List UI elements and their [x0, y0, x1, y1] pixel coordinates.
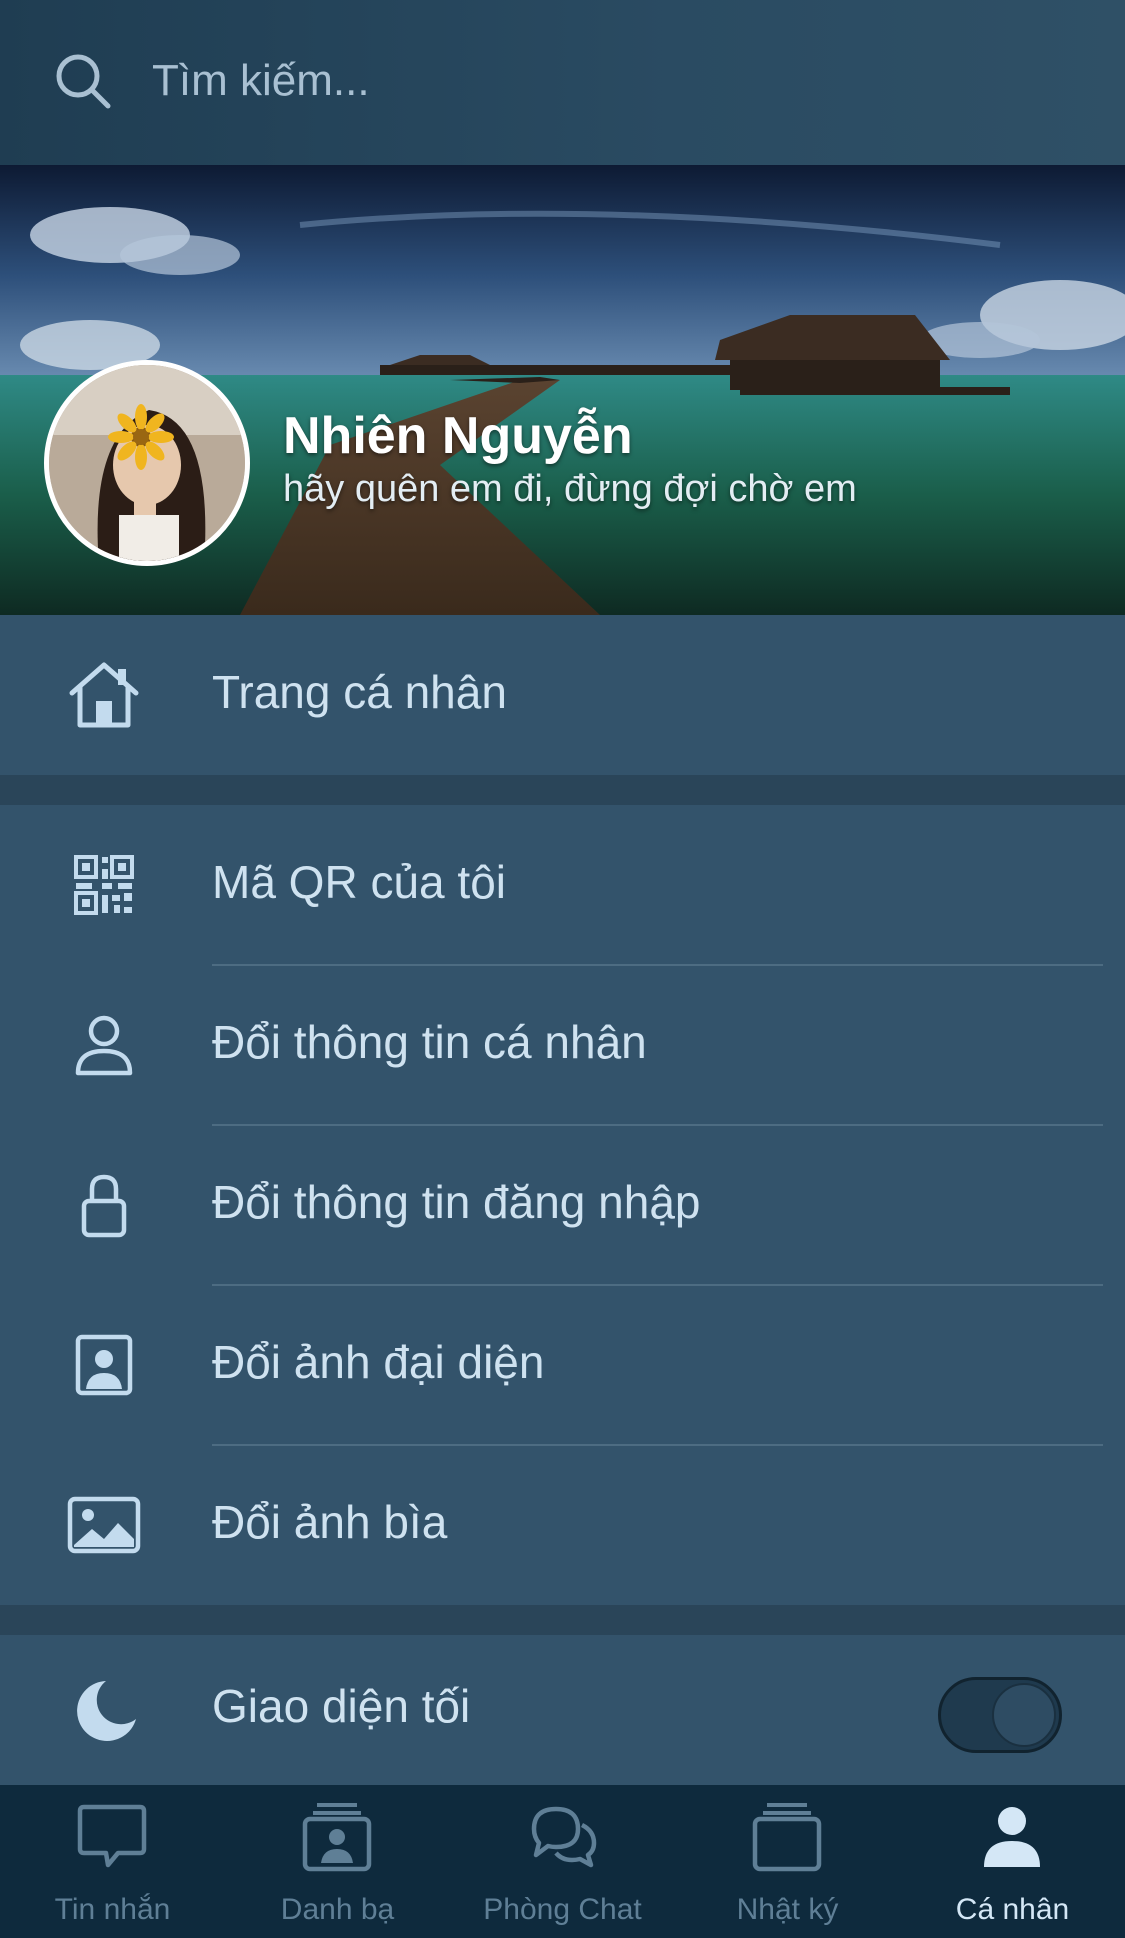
- menu-item-label: Đổi thông tin cá nhân: [212, 1016, 647, 1068]
- menu-item-label: Đổi ảnh bìa: [212, 1496, 448, 1548]
- tab-profile[interactable]: Cá nhân: [900, 1785, 1125, 1938]
- avatar[interactable]: [44, 360, 250, 566]
- menu-item-label: Đổi ảnh đại diện: [212, 1336, 545, 1388]
- tab-chat-room[interactable]: Phòng Chat: [450, 1785, 675, 1938]
- lock-icon: [81, 1174, 127, 1238]
- tab-label: Phòng Chat: [483, 1893, 642, 1926]
- home-icon: [69, 662, 139, 728]
- menu-item-qr-code[interactable]: Mã QR của tôi: [0, 805, 1125, 965]
- avatar-image: [49, 365, 245, 561]
- menu-item-edit-personal-info[interactable]: Đổi thông tin cá nhân: [0, 965, 1125, 1125]
- toggle-knob: [992, 1683, 1056, 1747]
- image-icon: [67, 1496, 141, 1554]
- tab-journal[interactable]: Nhật ký: [675, 1785, 900, 1938]
- section-separator: [0, 775, 1125, 805]
- chat-bubble-icon: [77, 1804, 147, 1868]
- person-icon: [984, 1807, 1040, 1867]
- qr-code-icon: [74, 855, 134, 915]
- tab-label: Cá nhân: [955, 1893, 1070, 1926]
- menu-item-label: Mã QR của tôi: [212, 856, 506, 908]
- menu-item-profile-page[interactable]: Trang cá nhân: [0, 615, 1125, 775]
- tab-label: Danh bạ: [280, 1893, 395, 1926]
- journal-icon: [752, 1803, 822, 1872]
- search-bar: [0, 0, 1125, 165]
- search-input[interactable]: [150, 50, 1054, 112]
- moon-icon: [77, 1681, 136, 1741]
- section-separator: [0, 1605, 1125, 1635]
- user-icon: [75, 1015, 133, 1076]
- menu-item-change-avatar[interactable]: Đổi ảnh đại diện: [0, 1285, 1125, 1445]
- chat-room-icon: [531, 1806, 597, 1868]
- tab-messages[interactable]: Tin nhắn: [0, 1785, 225, 1938]
- search-icon[interactable]: [52, 50, 114, 112]
- contacts-icon: [302, 1803, 372, 1872]
- menu-item-change-cover[interactable]: Đổi ảnh bìa: [0, 1445, 1125, 1605]
- menu-item-edit-login-info[interactable]: Đổi thông tin đăng nhập: [0, 1125, 1125, 1285]
- settings-section: Mã QR của tôi Đổi thông tin cá nhân Đổi …: [0, 805, 1125, 1605]
- dark-mode-toggle[interactable]: [938, 1677, 1062, 1753]
- tab-contacts[interactable]: Danh bạ: [225, 1785, 450, 1938]
- profile-status: hãy quên em đi, đừng đợi chờ em: [283, 468, 857, 510]
- portrait-icon: [75, 1334, 133, 1396]
- menu-item-label: Trang cá nhân: [212, 666, 507, 718]
- tab-label: Tin nhắn: [54, 1893, 171, 1926]
- profile-section: Trang cá nhân: [0, 615, 1125, 775]
- menu-item-label: Giao diện tối: [212, 1680, 471, 1732]
- bottom-tab-bar: Tin nhắn Danh bạ Phòng Chat Nhật ký Cá n…: [0, 1785, 1125, 1938]
- menu-item-label: Đổi thông tin đăng nhập: [212, 1176, 701, 1228]
- profile-name: Nhiên Nguyễn: [283, 407, 633, 465]
- tab-label: Nhật ký: [736, 1893, 839, 1926]
